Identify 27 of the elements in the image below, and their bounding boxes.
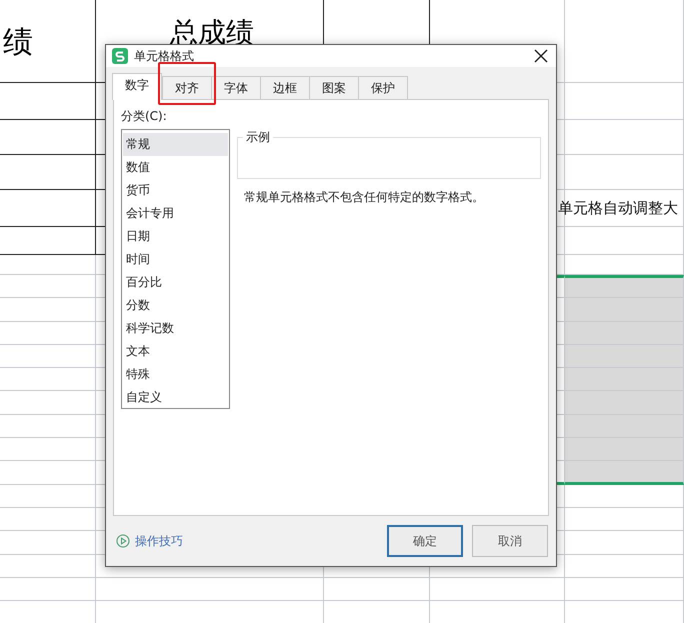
list-item[interactable]: 自定义	[123, 386, 228, 409]
ok-button[interactable]: 确定	[387, 525, 463, 557]
tips-link[interactable]: 操作技巧	[135, 532, 183, 550]
list-item[interactable]: 会计专用	[123, 202, 228, 225]
list-item[interactable]: 数值	[123, 156, 228, 179]
window-title: 单元格格式	[134, 48, 195, 64]
list-item[interactable]: 科学记数	[123, 317, 228, 340]
cell-text: 绩	[3, 25, 33, 61]
list-item[interactable]: 日期	[123, 225, 228, 248]
list-item[interactable]: 时间	[123, 248, 228, 271]
sample-label: 示例	[243, 129, 273, 146]
close-icon[interactable]	[534, 49, 548, 63]
list-item[interactable]: 文本	[123, 340, 228, 363]
tab[interactable]: 对齐	[162, 76, 212, 99]
tab[interactable]: 保护	[358, 76, 408, 99]
list-item[interactable]: 百分比	[123, 271, 228, 294]
cell-text: 单元格自动调整大	[558, 199, 678, 218]
format-description: 常规单元格格式不包含任何特定的数字格式。	[243, 189, 485, 206]
tab[interactable]: 数字	[112, 73, 162, 100]
play-icon	[116, 534, 130, 548]
list-item[interactable]: 分数	[123, 294, 228, 317]
category-label: 分类(C):	[121, 108, 168, 125]
list-item[interactable]: 特殊	[123, 363, 228, 386]
list-item[interactable]: 常规	[123, 133, 228, 156]
app-logo-icon	[112, 48, 128, 64]
list-item[interactable]: 货币	[123, 179, 228, 202]
cancel-button[interactable]: 取消	[472, 525, 548, 557]
